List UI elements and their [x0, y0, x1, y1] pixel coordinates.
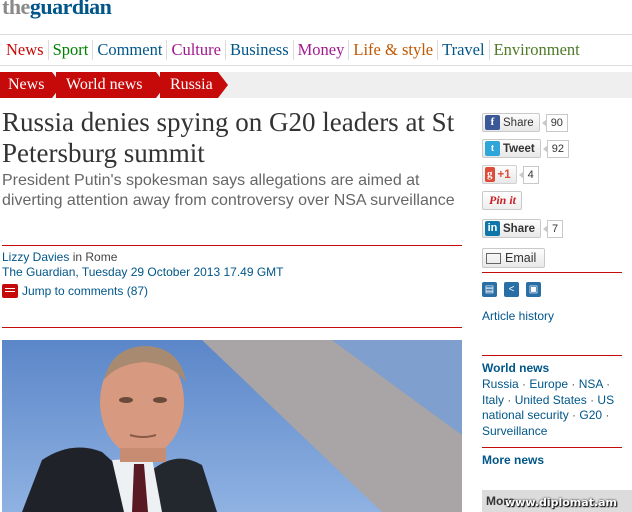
facebook-share-button[interactable]: f Share [482, 113, 540, 132]
facebook-share-row: f Share 90 [482, 113, 568, 132]
guardian-logo[interactable]: theguardian [2, 0, 112, 20]
nav-money[interactable]: Money [294, 40, 350, 60]
googleplus-icon: g [485, 167, 495, 182]
tweet-button[interactable]: t Tweet [482, 139, 541, 158]
article-history-link[interactable]: Article history [482, 309, 554, 323]
linkedin-share-button[interactable]: in Share [482, 219, 541, 238]
divider [2, 245, 462, 246]
linkedin-share-count: 7 [542, 219, 564, 238]
article-tools: ▤ < ▣ [482, 282, 548, 297]
pinterest-row: Pin it [482, 191, 523, 210]
sidebar-divider [482, 272, 622, 273]
breadcrumb: News World news Russia [0, 72, 632, 98]
nav-business[interactable]: Business [226, 40, 294, 60]
linkedin-share-label: Share [503, 222, 535, 235]
tag-nsa[interactable]: NSA [579, 377, 603, 391]
share-icon[interactable]: < [504, 282, 519, 297]
print-icon[interactable]: ▤ [482, 282, 497, 297]
byline: Lizzy Davies in Rome [2, 250, 117, 265]
jump-to-comments-label: Jump to comments (87) [22, 284, 149, 298]
tweet-label: Tweet [503, 142, 535, 155]
breadcrumb-russia[interactable]: Russia [160, 72, 228, 98]
comment-icon [2, 284, 18, 298]
article-standfirst: President Putin's spokesman says allegat… [2, 172, 455, 209]
facebook-share-count: 90 [541, 113, 568, 132]
email-button[interactable]: Email [482, 248, 546, 268]
breadcrumb-world-news[interactable]: World news [56, 72, 166, 98]
tweet-count: 92 [542, 139, 569, 158]
dateline[interactable]: The Guardian, Tuesday 29 October 2013 17… [2, 265, 284, 279]
linkedin-icon: in [485, 221, 500, 236]
nav-sport[interactable]: Sport [49, 40, 94, 60]
tag-italy[interactable]: Italy [482, 393, 504, 407]
tag-russia[interactable]: Russia [482, 377, 519, 391]
tag-europe[interactable]: Europe [529, 377, 568, 391]
author-link[interactable]: Lizzy Davies [2, 250, 69, 264]
facebook-icon: f [485, 115, 500, 130]
nav-environment[interactable]: Environment [490, 40, 584, 60]
envelope-icon [486, 252, 501, 264]
article-photo [2, 340, 462, 512]
logo-prefix: the [2, 0, 30, 19]
twitter-share-row: t Tweet 92 [482, 139, 569, 158]
nav-travel[interactable]: Travel [438, 40, 490, 60]
googleplus-label: +1 [497, 168, 511, 181]
email-label: Email [505, 251, 537, 265]
breadcrumb-news[interactable]: News [0, 72, 62, 98]
email-row: Email [482, 248, 546, 268]
more-news-heading[interactable]: More news [482, 453, 544, 467]
nav-life-and-style[interactable]: Life & style [349, 40, 439, 60]
sidebar-divider [482, 447, 622, 448]
sidebar-divider [482, 355, 622, 356]
googleplus-count: 4 [518, 165, 539, 184]
bookmark-icon[interactable]: ▣ [526, 282, 541, 297]
divider [2, 327, 462, 328]
facebook-share-label: Share [503, 116, 534, 129]
nav-culture[interactable]: Culture [167, 40, 226, 60]
world-news-heading[interactable]: World news [482, 361, 549, 375]
logo-name: guardian [29, 0, 112, 19]
googleplus-row: g +1 4 [482, 165, 539, 184]
byline-location: in Rome [72, 250, 118, 264]
twitter-bird-icon: t [485, 141, 500, 156]
article-headline: Russia denies spying on G20 leaders at S… [2, 107, 455, 168]
pinterest-button[interactable]: Pin it [482, 191, 523, 210]
watermark: www.diplomat.am [505, 496, 618, 509]
tag-g20[interactable]: G20 [579, 408, 602, 422]
nav-comment[interactable]: Comment [93, 40, 168, 60]
tag-surveillance[interactable]: Surveillance [482, 424, 547, 438]
nav-news[interactable]: News [0, 40, 49, 60]
section-nav: News Sport Comment Culture Business Mone… [0, 34, 632, 66]
tag-united-states[interactable]: United States [515, 393, 587, 407]
jump-to-comments[interactable]: Jump to comments (87) [2, 284, 148, 298]
pinterest-label: Pin it [489, 193, 517, 207]
googleplus-button[interactable]: g +1 [482, 165, 517, 184]
linkedin-row: in Share 7 [482, 219, 564, 238]
world-news-tags: Russia · Europe · NSA · Italy · United S… [482, 377, 615, 438]
photo-illustration [2, 340, 462, 512]
